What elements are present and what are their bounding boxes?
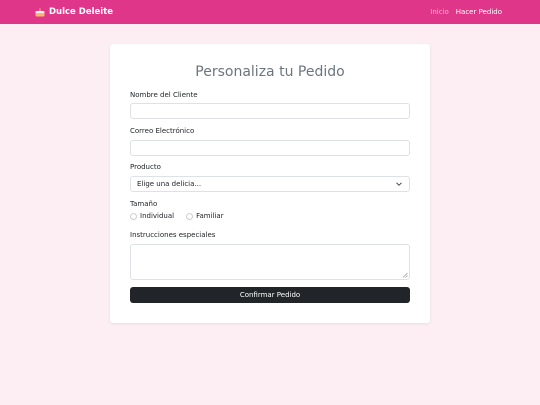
brand-name: Dulce Deleite <box>49 7 114 17</box>
nav-link-inicio[interactable]: Inicio <box>430 8 449 16</box>
size-radio-group: Individual Familiar <box>130 212 233 220</box>
order-form-card: Personaliza tu Pedido Nombre del Cliente… <box>110 44 430 323</box>
product-selected-value: Elige una delicia... <box>137 180 202 188</box>
chevron-down-icon <box>396 182 402 186</box>
size-label: Tamaño <box>130 200 158 208</box>
resize-handle-icon[interactable] <box>402 272 408 278</box>
size-option-label: Individual <box>140 212 175 220</box>
nav-links: Inicio Hacer Pedido <box>430 0 502 24</box>
instructions-label: Instrucciones especiales <box>130 231 216 239</box>
product-label: Producto <box>130 163 161 171</box>
navbar: Dulce Deleite Inicio Hacer Pedido <box>0 0 540 24</box>
email-label: Correo Electrónico <box>130 127 195 135</box>
email-input[interactable] <box>130 140 410 156</box>
name-label: Nombre del Cliente <box>130 91 198 99</box>
confirm-order-button[interactable]: Confirmar Pedido <box>130 287 410 303</box>
radio-familiar[interactable] <box>186 212 194 220</box>
brand-link[interactable]: Dulce Deleite <box>35 0 113 24</box>
name-input[interactable] <box>130 103 410 119</box>
nav-link-hacer-pedido[interactable]: Hacer Pedido <box>456 8 502 16</box>
size-option-individual[interactable]: Individual <box>130 212 174 220</box>
form-title: Personaliza tu Pedido <box>195 64 345 80</box>
size-option-label: Familiar <box>196 212 224 220</box>
product-select[interactable]: Elige una delicia... <box>130 176 410 192</box>
instructions-textarea[interactable] <box>130 244 410 280</box>
cake-icon <box>35 8 45 16</box>
radio-individual[interactable] <box>130 212 137 220</box>
size-option-familiar[interactable]: Familiar <box>186 212 224 220</box>
